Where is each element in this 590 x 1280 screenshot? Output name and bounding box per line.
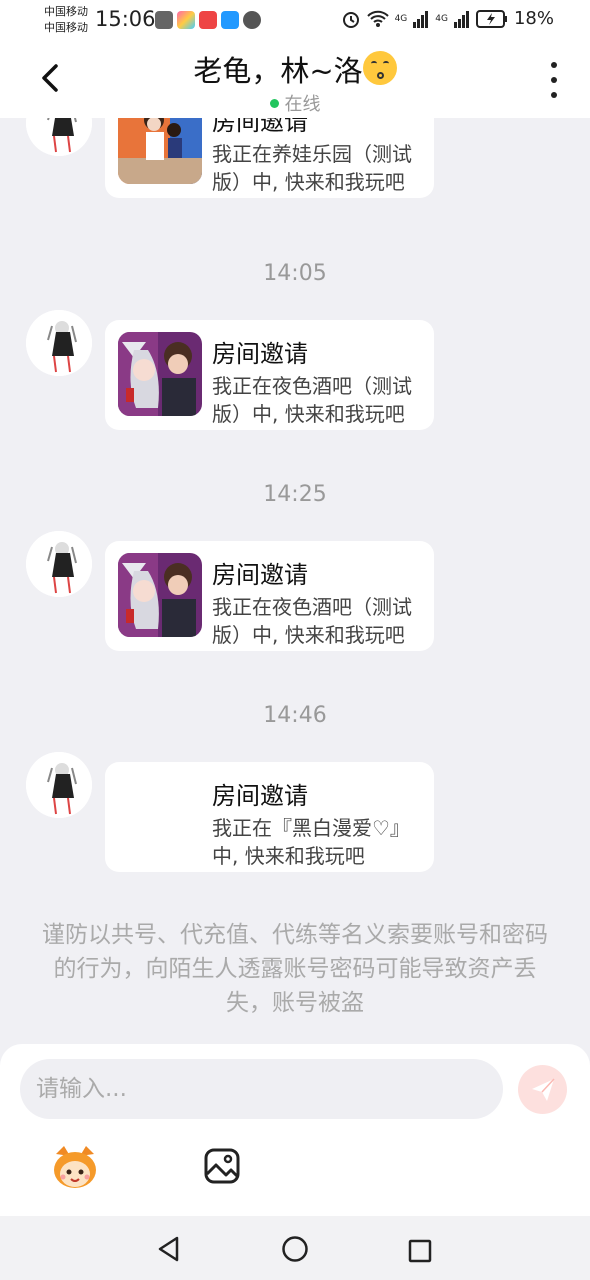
battery-charging-icon — [475, 9, 507, 28]
chat-messages[interactable]: 房间邀请 我正在养娃乐园（测试版）中, 快来和我玩吧 14:05 房间邀请 我正… — [0, 118, 590, 1044]
carrier-2: 中国移动 — [44, 21, 88, 34]
sender-avatar[interactable] — [26, 752, 92, 818]
online-status: 在线 — [0, 90, 590, 116]
chat-title: 老龟，林~洛 — [0, 48, 590, 90]
nav-back-icon — [158, 1236, 179, 1262]
room-invite-card[interactable]: 房间邀请 我正在夜色酒吧（测试版）中, 快来和我玩吧 — [105, 541, 434, 651]
alarm-icon — [342, 11, 359, 28]
image-icon — [204, 1148, 240, 1184]
timestamp: 14:25 — [263, 482, 327, 507]
game-thumbnail — [118, 332, 202, 416]
status-bar: 中国移动 中国移动 15:06 4G 4G 18% — [0, 0, 590, 40]
nav-recent-button[interactable] — [408, 1239, 432, 1267]
online-dot-icon — [269, 99, 279, 108]
more-options-button[interactable] — [546, 62, 562, 98]
search-app-icon — [221, 11, 239, 29]
card-title: 房间邀请 — [212, 561, 308, 589]
system-navigation-bar — [0, 1216, 590, 1280]
send-icon — [531, 1077, 555, 1101]
mascot-emoji-icon — [54, 1146, 96, 1188]
more-dot — [551, 62, 557, 68]
battery-level: 18% — [513, 8, 554, 29]
sender-avatar[interactable] — [26, 531, 92, 597]
notification-icons — [155, 11, 261, 29]
send-button[interactable] — [518, 1065, 567, 1114]
nav-home-button[interactable] — [281, 1235, 309, 1267]
security-warning: 谨防以共号、代充值、代练等名义索要账号和密码的行为，向陌生人透露账号密码可能导致… — [42, 922, 548, 1016]
image-button[interactable] — [204, 1148, 240, 1184]
mascot-emoji-button[interactable] — [50, 1144, 100, 1190]
app-notification-icon — [155, 11, 173, 29]
nav-home-icon — [282, 1236, 308, 1262]
card-text: 我正在夜色酒吧（测试版）中, 快来和我玩吧 — [212, 374, 412, 426]
game-thumbnail — [118, 118, 202, 184]
network-type-1: 4G — [394, 13, 408, 24]
online-status-text: 在线 — [284, 94, 321, 115]
sender-avatar[interactable] — [26, 118, 92, 156]
carrier-1: 中国移动 — [44, 5, 88, 18]
card-text: 我正在『黑白漫爱♡』中, 快来和我玩吧 — [212, 816, 410, 868]
card-title: 房间邀请 — [212, 782, 308, 810]
room-invite-card[interactable]: 房间邀请 我正在夜色酒吧（测试版）中, 快来和我玩吧 — [105, 320, 434, 430]
timestamp: 14:05 — [263, 261, 327, 286]
card-text: 我正在养娃乐园（测试版）中, 快来和我玩吧 — [212, 142, 412, 194]
network-type-2: 4G — [435, 13, 448, 24]
nav-back-button[interactable] — [155, 1235, 183, 1267]
room-invite-card[interactable]: 房间邀请 我正在『黑白漫爱♡』中, 快来和我玩吧 — [105, 762, 434, 872]
signal-icon — [413, 10, 429, 28]
status-time: 15:06 — [95, 7, 156, 31]
app-notification-icon — [199, 11, 217, 29]
contact-name: 老龟，林~洛 — [193, 54, 363, 88]
message-input[interactable] — [20, 1059, 503, 1119]
timestamp: 14:46 — [263, 703, 327, 728]
signal-icon-2 — [453, 10, 469, 28]
more-dot — [551, 92, 557, 98]
room-invite-card[interactable]: 房间邀请 我正在养娃乐园（测试版）中, 快来和我玩吧 — [105, 118, 434, 198]
carrier-info: 中国移动 中国移动 — [44, 4, 88, 36]
kissing-face-emoji-icon — [362, 51, 397, 85]
sender-avatar[interactable] — [26, 310, 92, 376]
card-title: 房间邀请 — [212, 340, 308, 368]
wifi-icon — [366, 10, 389, 27]
app-notification-icon — [177, 11, 195, 29]
more-dot — [551, 77, 557, 83]
system-icons: 4G 4G 18% — [341, 8, 554, 29]
nav-recent-icon — [408, 1239, 432, 1263]
card-text: 我正在夜色酒吧（测试版）中, 快来和我玩吧 — [212, 595, 412, 647]
chat-header: 老龟，林~洛 在线 — [0, 40, 590, 118]
composer — [0, 1044, 590, 1216]
game-thumbnail — [118, 553, 202, 637]
message-app-icon — [243, 11, 261, 29]
card-title: 房间邀请 — [212, 118, 308, 136]
